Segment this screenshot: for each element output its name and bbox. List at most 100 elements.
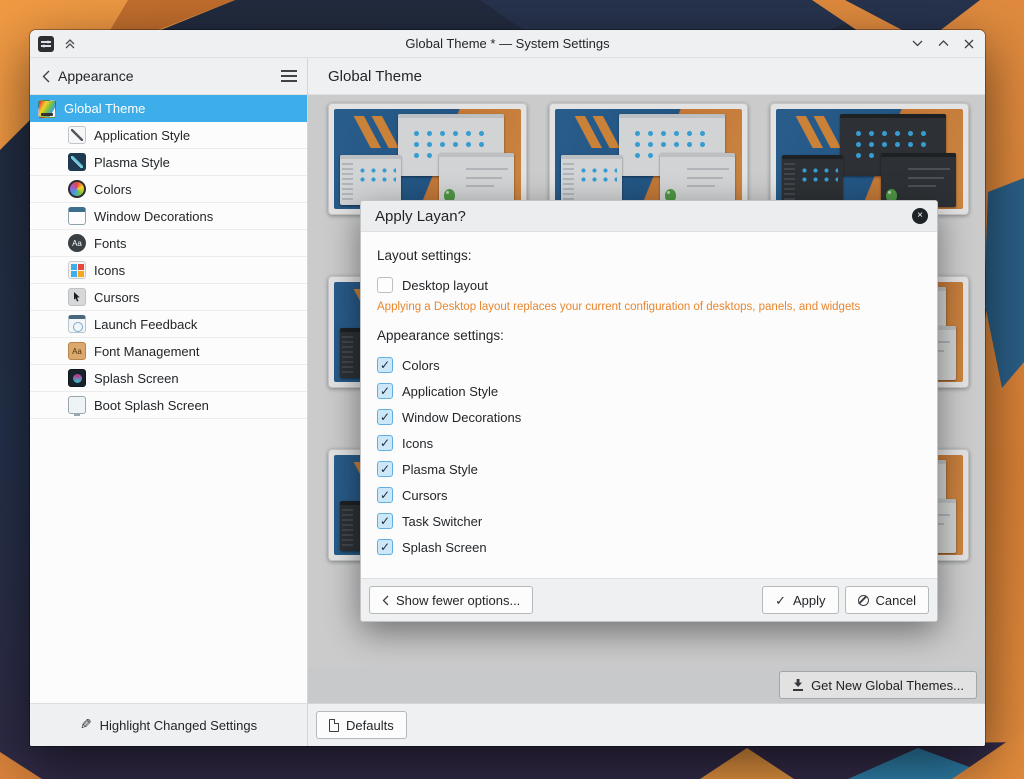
check-icon: ✓ [775,594,786,607]
dialog-footer: Show fewer options... ✓ Apply Cancel [361,578,937,621]
option-checkbox[interactable]: ✓ [377,487,393,503]
highlight-changed-settings-button[interactable]: Highlight Changed Settings [100,718,258,733]
sidebar-item-label: Plasma Style [94,155,170,170]
document-revert-icon [329,719,339,732]
option-checkbox[interactable]: ✓ [377,409,393,425]
option-checkbox[interactable]: ✓ [377,383,393,399]
sidebar-item-label: Window Decorations [94,209,213,224]
global-theme-icon [38,100,56,118]
defaults-button[interactable]: Defaults [316,711,407,739]
sidebar-item-label: Cursors [94,290,140,305]
sidebar-item[interactable]: Launch Feedback [30,311,307,338]
sidebar-item-label: Launch Feedback [94,317,197,332]
checkbox-label: Desktop layout [402,278,488,293]
appearance-option[interactable]: ✓ Icons [377,430,921,456]
desktop-layout-warning: Applying a Desktop layout replaces your … [377,301,921,313]
sidebar-item-label: Fonts [94,236,127,251]
sidebar-item-label: Application Style [94,128,190,143]
sidebar-item-label: Colors [94,182,132,197]
sidebar-item[interactable]: Fonts [30,230,307,257]
sidebar-item[interactable]: Font Management [30,338,307,365]
application-style-icon [68,126,86,144]
sidebar-item[interactable]: Cursors [30,284,307,311]
launch-feedback-icon [68,315,86,333]
fonts-icon [68,234,86,252]
window-decorations-icon [68,207,86,225]
window-footer: Defaults [308,703,985,746]
option-checkbox[interactable]: ✓ [377,513,393,529]
page-title: Global Theme [328,68,422,85]
sidebar-item[interactable]: Splash Screen [30,365,307,392]
icons-icon [68,261,86,279]
keep-above-button[interactable] [62,36,78,52]
checkbox-label: Cursors [402,488,448,503]
close-button[interactable] [961,36,977,52]
sidebar-item-label: Icons [94,263,125,278]
splash-screen-icon [68,369,86,387]
appearance-option[interactable]: ✓ Application Style [377,378,921,404]
show-fewer-options-button[interactable]: Show fewer options... [369,586,533,614]
sidebar-item[interactable]: Colors [30,176,307,203]
keep-above-icon [64,38,76,50]
minimize-icon [912,40,923,47]
sidebar-item[interactable]: Icons [30,257,307,284]
appearance-option[interactable]: ✓ Cursors [377,482,921,508]
appearance-option[interactable]: ✓ Colors [377,352,921,378]
maximize-button[interactable] [935,36,951,52]
apply-theme-dialog: Apply Layan? × Layout settings: ✓ Deskto… [360,200,938,622]
cancel-button[interactable]: Cancel [845,586,929,614]
dialog-close-button[interactable]: × [912,208,928,224]
highlighter-icon: ✎ [80,717,92,731]
checkbox-label: Window Decorations [402,410,521,425]
appearance-option[interactable]: ✓ Window Decorations [377,404,921,430]
dialog-header: Apply Layan? × [361,201,937,232]
appearance-option[interactable]: ✓ Splash Screen [377,534,921,560]
titlebar[interactable]: Global Theme * — System Settings [30,30,985,58]
sidebar-item-label: Global Theme [64,101,145,116]
sidebar-item[interactable]: Boot Splash Screen [30,392,307,419]
close-icon [964,39,974,49]
cursors-icon [68,288,86,306]
apply-button[interactable]: ✓ Apply [762,586,838,614]
layout-settings-label: Layout settings: [377,248,921,263]
sidebar-item[interactable]: Global Theme [30,95,307,122]
cancel-icon [858,595,869,606]
dialog-title: Apply Layan? [375,208,466,225]
sidebar-item-label: Font Management [94,344,200,359]
appearance-option[interactable]: ✓ Task Switcher [377,508,921,534]
appearance-options-list: ✓ Colors ✓ Application Style ✓ Window De… [377,352,921,560]
option-checkbox[interactable]: ✓ [377,461,393,477]
checkbox-label: Task Switcher [402,514,482,529]
window-title: Global Theme * — System Settings [30,36,985,51]
sidebar-header: Appearance [30,58,307,95]
desktop-layout-checkbox[interactable]: ✓ [377,277,393,293]
minimize-button[interactable] [909,36,925,52]
appearance-settings-label: Appearance settings: [377,328,921,343]
chevron-left-icon [382,595,389,606]
system-settings-window: Global Theme * — System Settings Appeara… [30,30,985,746]
checkbox-label: Icons [402,436,433,451]
menu-icon[interactable] [281,70,297,82]
sidebar-item[interactable]: Window Decorations [30,203,307,230]
sidebar-footer: ✎ Highlight Changed Settings [30,703,307,746]
sidebar-item[interactable]: Application Style [30,122,307,149]
checkbox-label: Colors [402,358,440,373]
desktop-layout-option[interactable]: ✓ Desktop layout [377,272,921,298]
colors-icon [68,180,86,198]
sidebar-breadcrumb[interactable]: Appearance [58,68,134,84]
checkbox-label: Application Style [402,384,498,399]
dialog-body: Layout settings: ✓ Desktop layout Applyi… [361,232,937,578]
option-checkbox[interactable]: ✓ [377,357,393,373]
close-icon: × [917,211,923,221]
sidebar-item-label: Boot Splash Screen [94,398,209,413]
appearance-option[interactable]: ✓ Plasma Style [377,456,921,482]
sidebar: Appearance Global Theme Application Styl… [30,58,308,746]
checkbox-label: Plasma Style [402,462,478,477]
sidebar-item[interactable]: Plasma Style [30,149,307,176]
option-checkbox[interactable]: ✓ [377,435,393,451]
page-header: Global Theme [308,58,985,95]
option-checkbox[interactable]: ✓ [377,539,393,555]
sidebar-item-label: Splash Screen [94,371,179,386]
maximize-icon [938,40,949,47]
back-icon[interactable] [42,70,50,83]
